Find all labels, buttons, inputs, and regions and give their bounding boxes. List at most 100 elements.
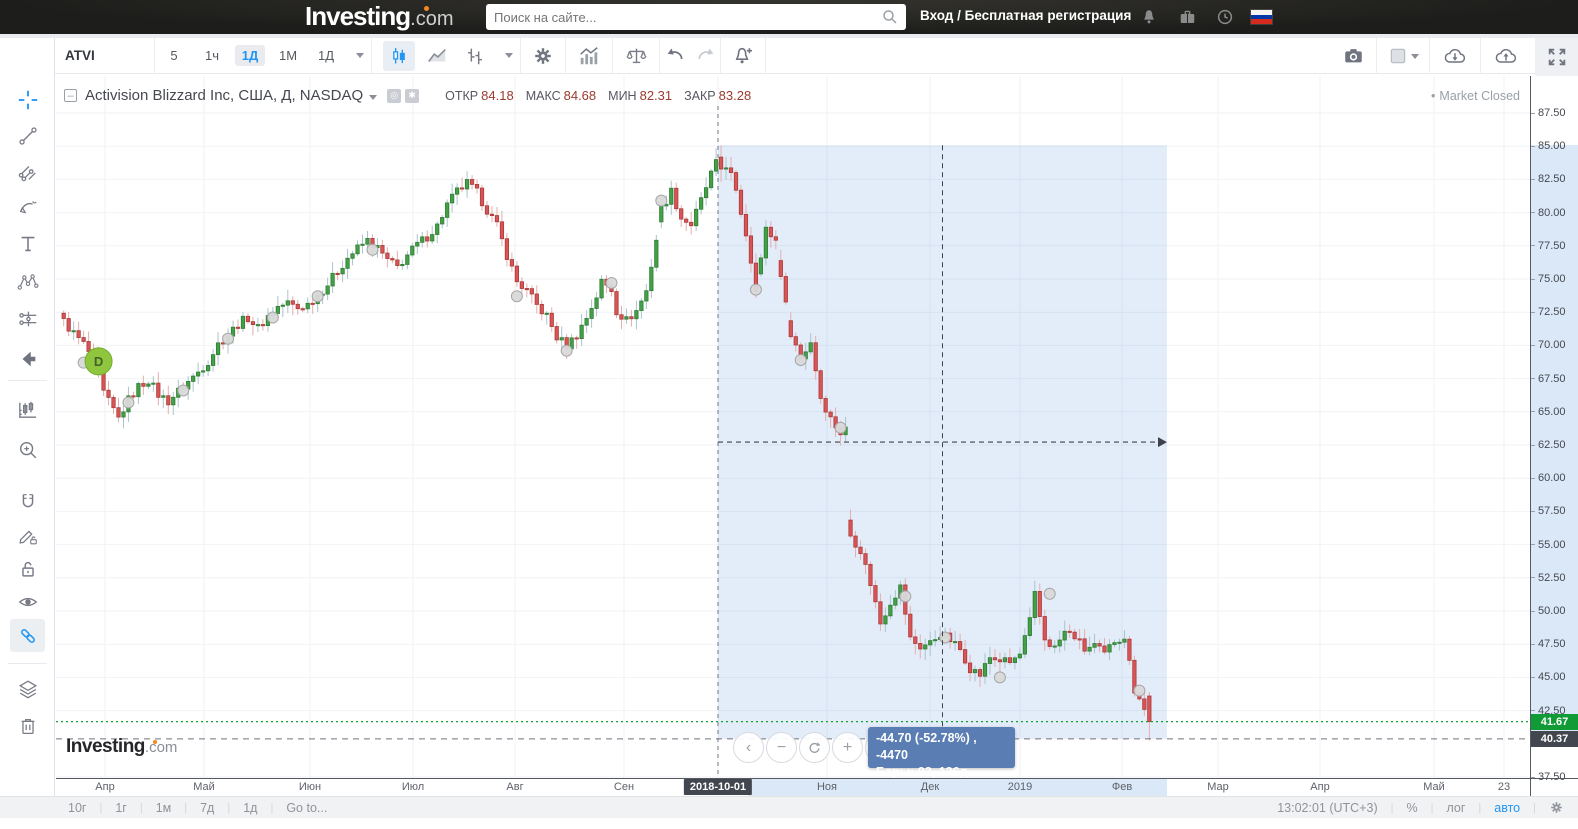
prediction-measure-icon <box>18 311 36 326</box>
undo-icon <box>667 48 682 60</box>
text-tool-button[interactable] <box>10 227 45 260</box>
language-flag-ru-icon[interactable] <box>1251 10 1272 24</box>
hide-drawings-button[interactable] <box>10 585 45 618</box>
time-tick: Мар <box>1207 781 1229 793</box>
sidebar-divider <box>8 663 47 664</box>
logo-domain: .com <box>410 8 454 30</box>
undo-button[interactable] <box>660 38 690 73</box>
axis-border-vertical <box>1530 76 1531 796</box>
legend-collapse-icon[interactable]: – <box>64 89 77 102</box>
zoom-out-button[interactable]: − <box>766 732 797 763</box>
range-7d[interactable]: 7д <box>200 801 214 815</box>
timeframe-1d-active[interactable]: 1Д <box>231 38 269 73</box>
chevron-down-icon <box>1410 53 1419 59</box>
clock-icon[interactable] <box>1216 8 1234 26</box>
xabcd-pattern-tool-button[interactable] <box>10 265 45 298</box>
prediction-tool-button[interactable] <box>10 302 45 335</box>
site-logo[interactable]: Investing.com <box>305 1 453 32</box>
crosshair-tool-button[interactable] <box>10 83 45 116</box>
log-scale-button[interactable]: лог <box>1446 801 1465 815</box>
goto-date-button[interactable]: Go to... <box>286 801 327 815</box>
trend-line-tool-button[interactable] <box>10 119 45 152</box>
instrument-title[interactable]: Activision Blizzard Inc, США, Д, NASDAQ <box>85 87 363 104</box>
chart-settings-button[interactable] <box>521 38 565 73</box>
crosshair-date-label: 2018-10-01 <box>683 779 753 795</box>
indicators-group <box>566 38 613 73</box>
add-alert-button[interactable] <box>721 38 765 73</box>
timeframe-1d2[interactable]: 1Д <box>307 38 345 73</box>
layout-square-icon <box>1390 48 1405 64</box>
high-value: 84.68 <box>563 88 597 103</box>
chart-pane[interactable]: D – Activision Blizzard Inc, США, Д, NAS… <box>56 76 1530 779</box>
symbol-search-box[interactable] <box>55 38 155 73</box>
compare-scales-button[interactable] <box>613 38 659 73</box>
brush-tool-button[interactable] <box>10 190 45 223</box>
time-tick: 23 <box>1497 781 1511 793</box>
object-tree-button[interactable] <box>10 672 45 705</box>
dividend-marker[interactable]: D <box>84 347 113 376</box>
zoom-in-icon <box>19 441 36 458</box>
chart-toolbar: 5 1ч 1Д 1M 1Д <box>55 38 1535 74</box>
timeframe-1m[interactable]: 1M <box>269 38 307 73</box>
magnet-mode-button[interactable] <box>10 485 45 518</box>
zoom-in-button[interactable]: + <box>832 732 863 763</box>
range-1d[interactable]: 1д <box>243 801 257 815</box>
portfolio-briefcase-icon[interactable] <box>1178 8 1197 26</box>
footer-settings-gear-icon[interactable] <box>1549 800 1564 815</box>
settings-group <box>521 38 566 73</box>
ohlc-bars-type-button[interactable] <box>456 38 494 73</box>
site-search <box>486 4 906 30</box>
legend-settings-icon[interactable]: ✱ <box>405 88 420 103</box>
range-1m[interactable]: 1м <box>156 801 172 815</box>
fullscreen-icon[interactable] <box>1546 46 1568 68</box>
save-chart-button[interactable] <box>1481 38 1531 74</box>
redo-button-disabled[interactable] <box>690 38 720 73</box>
search-icon[interactable] <box>881 8 899 26</box>
percent-scale-button[interactable]: % <box>1406 801 1417 815</box>
snapshot-camera-button[interactable] <box>1330 38 1376 74</box>
timeframe-1h[interactable]: 1ч <box>193 38 231 73</box>
range-1y[interactable]: 1г <box>115 801 127 815</box>
clock-readout[interactable]: 13:02:01 (UTC+3) <box>1277 801 1377 815</box>
sync-drawings-link-button[interactable] <box>10 619 45 652</box>
remove-drawings-button[interactable] <box>10 709 45 742</box>
time-axis[interactable]: Апр Май Июн Июл Авг Сен 2018-10-01 Ноя Дек 2019 Фе… <box>56 779 1530 796</box>
price-axis[interactable]: 41.67 40.37 87.50 85.00 82.50 80.00 77.50 75.… <box>1531 76 1578 796</box>
notifications-bell-icon[interactable] <box>1140 8 1158 26</box>
layers-icon <box>18 679 37 698</box>
candlestick-type-button[interactable] <box>380 38 418 73</box>
timeframe-more-dropdown[interactable] <box>345 38 371 73</box>
time-tick: Май <box>193 781 215 793</box>
magnet-icon <box>22 493 33 507</box>
zoom-in-tool-button[interactable] <box>10 433 45 466</box>
pitchfork-tool-button[interactable] <box>10 155 45 188</box>
chevron-down-icon[interactable] <box>369 94 378 100</box>
indicators-button[interactable] <box>566 38 612 73</box>
time-tick: Ноя <box>816 781 838 793</box>
ohlc-bars-icon <box>468 48 482 64</box>
range-switcher: 10г | 1г | 1м | 7д | 1д | Go to... <box>68 800 328 815</box>
auto-scale-button[interactable]: авто <box>1494 801 1520 815</box>
range-10y[interactable]: 10г <box>68 801 86 815</box>
chart-type-group <box>380 38 521 73</box>
legend-visibility-icon[interactable]: ◎ <box>387 88 402 103</box>
layout-select-button[interactable] <box>1377 38 1429 74</box>
measure-tooltip: -44.70 (-52.78%) , -4470 Бары: 93, 136д <box>868 727 1015 779</box>
line-chart-type-button[interactable] <box>418 38 456 73</box>
hide-toolbar-arrow-button[interactable] <box>10 342 45 375</box>
load-chart-button[interactable] <box>1430 38 1480 74</box>
login-register-link[interactable]: Вход / Бесплатная регистрация <box>920 8 1131 23</box>
lock-drawings-button[interactable] <box>10 552 45 585</box>
reset-zoom-button[interactable] <box>799 732 830 763</box>
pencil-lock-icon <box>18 530 37 544</box>
bar-replay-tool-button[interactable] <box>10 393 45 426</box>
search-input[interactable] <box>486 9 881 25</box>
chart-canvas[interactable]: D <box>56 76 1530 778</box>
toolbar-right-group <box>1330 38 1531 74</box>
symbol-input[interactable] <box>65 48 149 63</box>
low-label: МИН <box>608 88 637 103</box>
scroll-left-button[interactable]: ‹ <box>733 732 764 763</box>
chart-type-more-dropdown[interactable] <box>494 38 520 73</box>
timeframe-5[interactable]: 5 <box>155 38 193 73</box>
drawing-mode-lock-button[interactable] <box>10 519 45 552</box>
